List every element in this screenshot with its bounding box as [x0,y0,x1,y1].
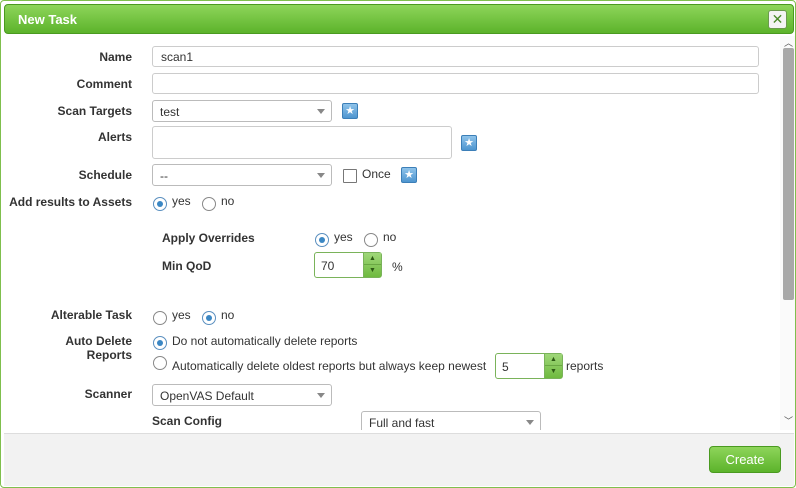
add-results-no-label: no [221,194,235,208]
scanner-label: Scanner [84,387,132,401]
dialog-titlebar[interactable]: New Task ✕ [4,4,794,34]
new-alert-star-icon[interactable]: ★ [461,135,477,151]
scroll-down-icon[interactable]: ﹀ [780,415,795,427]
create-button[interactable]: Create [709,446,781,473]
min-qod-spinner[interactable]: 70 ▲ ▼ [314,252,382,278]
spin-down-icon[interactable]: ▼ [364,265,381,277]
comment-input[interactable] [152,73,759,94]
new-schedule-star-icon[interactable]: ★ [401,167,417,183]
new-task-dialog: New Task ✕ Name Comment Scan Targets tes… [0,0,796,488]
dialog-title: New Task [18,12,78,27]
add-results-yes-radio[interactable] [153,197,167,211]
add-results-label: Add results to Assets [9,195,132,209]
schedule-label: Schedule [78,168,132,182]
scanner-select[interactable]: OpenVAS Default [152,384,332,406]
spin-down-icon[interactable]: ▼ [545,366,562,378]
auto-delete-keep-label: Do not automatically delete reports [172,334,358,348]
schedule-select[interactable]: -- [152,164,332,186]
spin-up-icon[interactable]: ▲ [545,354,562,366]
min-qod-label: Min QoD [162,259,212,273]
auto-delete-oldest-radio[interactable] [153,356,167,370]
vertical-scrollbar[interactable]: ︿ ﹀ [780,36,795,430]
name-input[interactable] [152,46,759,67]
alterable-yes-radio[interactable] [153,311,167,325]
new-target-star-icon[interactable]: ★ [342,103,358,119]
min-qod-unit: % [392,260,403,274]
scan-config-select[interactable]: Full and fast [361,411,541,430]
reports-suffix: reports [566,359,604,373]
name-label: Name [99,50,132,64]
scan-config-label: Scan Config [152,414,223,428]
auto-delete-keep-radio[interactable] [153,336,167,350]
alterable-yes-label: yes [172,308,191,322]
chevron-down-icon [317,109,325,114]
auto-delete-label: Auto Delete Reports [65,334,132,362]
apply-overrides-yes-label: yes [334,230,353,244]
chevron-down-icon [317,393,325,398]
once-label: Once [362,167,391,181]
chevron-down-icon [526,420,534,425]
alterable-task-label: Alterable Task [50,308,132,322]
spin-up-icon[interactable]: ▲ [364,253,381,265]
min-qod-value: 70 [321,259,335,273]
form-content: Name Comment Scan Targets test ★ Alerts … [4,36,780,430]
scan-config-value: Full and fast [369,416,435,430]
scanner-value: OpenVAS Default [160,389,254,403]
scan-targets-value: test [160,105,180,119]
alerts-multiselect[interactable] [152,126,452,159]
min-qod-spinner-buttons[interactable]: ▲ ▼ [363,253,381,277]
auto-delete-oldest-label: Automatically delete oldest reports but … [172,359,487,373]
add-results-no-radio[interactable] [202,197,216,211]
chevron-down-icon [317,173,325,178]
keep-count-value: 5 [502,360,509,374]
dialog-footer: Create [4,433,794,486]
keep-count-spinner[interactable]: 5 ▲ ▼ [495,353,563,379]
close-icon: ✕ [771,11,784,27]
add-results-yes-label: yes [172,194,191,208]
scan-targets-select[interactable]: test [152,100,332,122]
apply-overrides-no-label: no [383,230,397,244]
apply-overrides-no-radio[interactable] [364,233,378,247]
scrollbar-thumb[interactable] [783,48,794,300]
alerts-label: Alerts [97,130,132,144]
scan-targets-label: Scan Targets [57,104,132,118]
comment-label: Comment [76,77,132,91]
apply-overrides-label: Apply Overrides [162,231,255,245]
alterable-no-radio[interactable] [202,311,216,325]
apply-overrides-yes-radio[interactable] [315,233,329,247]
once-checkbox[interactable] [343,169,357,183]
schedule-value: -- [160,169,168,183]
alterable-no-label: no [221,308,235,322]
close-button[interactable]: ✕ [768,10,787,29]
keep-count-spinner-buttons[interactable]: ▲ ▼ [544,354,562,378]
